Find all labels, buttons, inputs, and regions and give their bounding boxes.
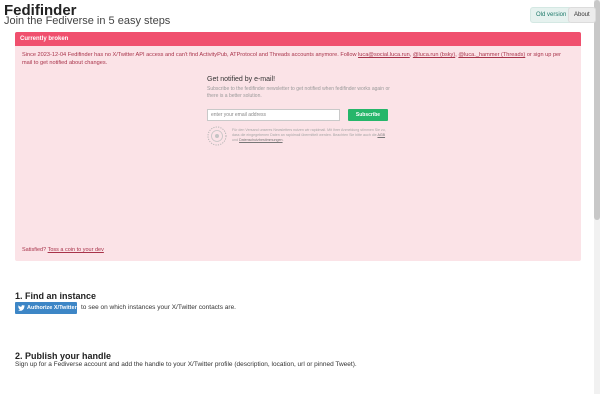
step-1-heading: 1. Find an instance (15, 291, 97, 301)
authorize-button-label: Authorize X/Twitter (27, 305, 77, 311)
bluesky-link[interactable]: @luca.run (bsky) (413, 52, 455, 58)
step-2-heading: 2. Publish your handle (15, 351, 112, 361)
notify-title: Get notified by e-mail! (207, 76, 276, 83)
scrollbar-track[interactable] (594, 0, 600, 394)
email-input[interactable] (207, 109, 340, 121)
old-version-button[interactable]: Old version (530, 7, 573, 23)
step-2-text: Sign up for a Fediverse account and add … (15, 361, 357, 368)
datenschutz-link[interactable]: Datenschutzbestimmungen (239, 138, 283, 142)
step-1-text: to see on which instances your X/Twitter… (81, 304, 236, 311)
authorize-twitter-button[interactable]: Authorize X/Twitter (15, 302, 77, 314)
privacy-end: . (282, 138, 284, 142)
broken-alert: Currently broken Since 2023-12-04 Fedifi… (15, 32, 581, 261)
satisfied-prefix: Satisfied? (22, 247, 48, 253)
subscribe-button[interactable]: Subscribe (348, 109, 388, 121)
alert-message-start: Since 2023-12-04 Fedifinder has no X/Twi… (22, 52, 359, 58)
notify-description: Subscribe to the fedifinder newsletter t… (207, 86, 390, 99)
alert-message: Since 2023-12-04 Fedifinder has no X/Twi… (22, 51, 572, 67)
scrollbar-thumb[interactable] (594, 0, 600, 220)
privacy-notice-text: Für den Versand unseres Newsletters nutz… (232, 128, 386, 137)
mastodon-link[interactable]: luca@social.luca.run (358, 52, 410, 58)
privacy-notice: Für den Versand unseres Newsletters nutz… (232, 128, 390, 143)
privacy-and: und (232, 138, 239, 142)
threads-link[interactable]: @luca._hammer (Threads) (458, 52, 525, 58)
app-subtitle: Join the Fediverse in 5 easy steps (4, 15, 171, 27)
satisfied-line: Satisfied? Toss a coin to your dev (22, 247, 104, 253)
twitter-bird-icon (18, 305, 25, 311)
rapidmail-badge-icon (207, 126, 227, 146)
agb-link[interactable]: AGB (377, 133, 385, 137)
donate-link[interactable]: Toss a coin to your dev (48, 247, 104, 253)
about-button[interactable]: About (568, 7, 596, 23)
alert-header: Currently broken (15, 32, 581, 46)
